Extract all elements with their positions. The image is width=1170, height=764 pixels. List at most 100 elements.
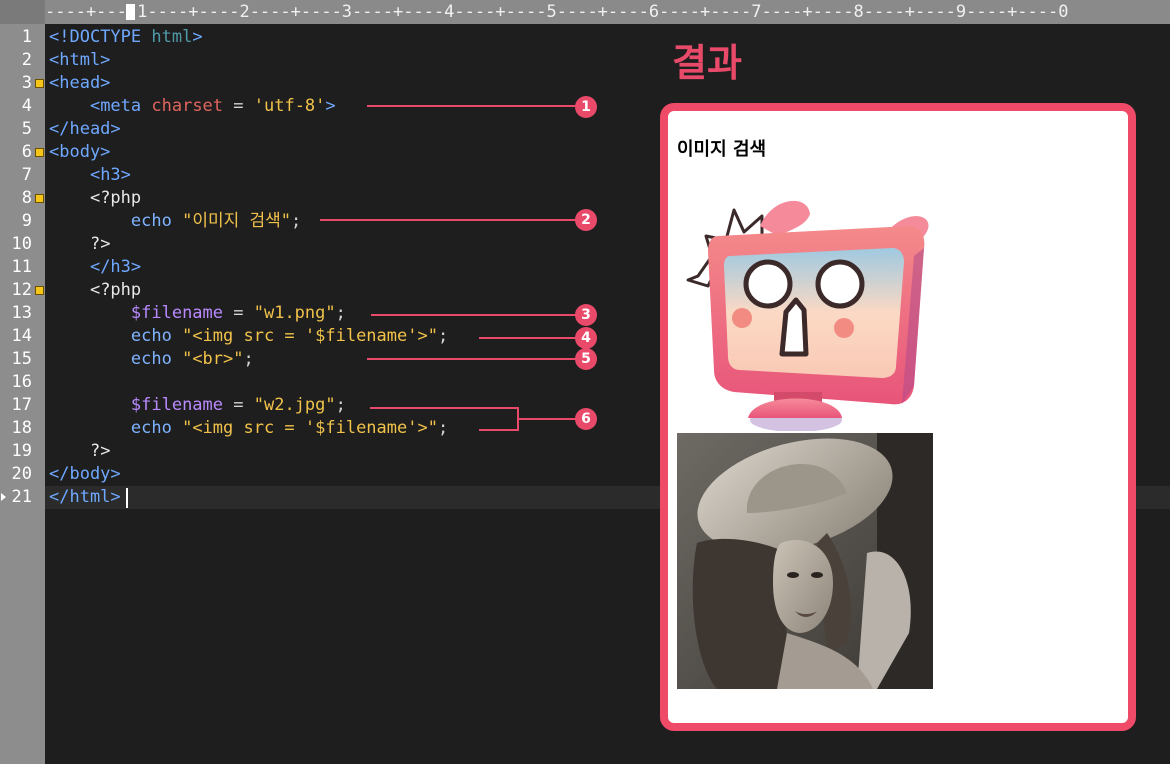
- line-number[interactable]: 9: [0, 210, 32, 233]
- doctype-value: html: [151, 27, 193, 47]
- code-line-9[interactable]: echo "이미지 검색";: [49, 210, 301, 233]
- code-line-6[interactable]: <body>: [49, 141, 110, 164]
- line-number[interactable]: 3: [0, 72, 32, 95]
- code-line-8[interactable]: <?php: [49, 187, 141, 210]
- code-line-12[interactable]: <?php: [49, 279, 141, 302]
- body-close-tag: </body>: [49, 464, 121, 484]
- semicolon: ;: [335, 395, 346, 415]
- line-number[interactable]: 18: [0, 417, 32, 440]
- code-line-15[interactable]: echo "<br>";: [49, 348, 254, 371]
- line-number[interactable]: 15: [0, 348, 32, 371]
- head-close-tag: </head>: [49, 119, 121, 139]
- filename-variable: $filename: [130, 395, 224, 415]
- echo-keyword: echo: [130, 418, 183, 438]
- annotation-bracket-bottom: [479, 429, 518, 431]
- echo-keyword: echo: [130, 349, 183, 369]
- code-line-14[interactable]: echo "<img src = '$filename'>";: [49, 325, 448, 348]
- line-number[interactable]: 8: [0, 187, 32, 210]
- semicolon: ;: [335, 303, 346, 323]
- doctype-close: >: [192, 27, 203, 47]
- equals-sign: =: [223, 96, 254, 116]
- code-line-11[interactable]: </h3>: [49, 256, 141, 279]
- ruler-corner: [0, 0, 45, 24]
- h3-close-tag: </h3>: [89, 257, 142, 277]
- code-line-1[interactable]: <!DOCTYPE html>: [49, 26, 203, 49]
- semicolon: ;: [243, 349, 254, 369]
- woman-in-hat-photo: [677, 433, 933, 689]
- annotation-badge-6: 6: [575, 408, 597, 430]
- charset-value: 'utf-8': [253, 96, 326, 116]
- code-line-21[interactable]: </html>: [49, 486, 121, 509]
- ruler-cursor-marker: [126, 4, 135, 20]
- fold-marker-icon[interactable]: [35, 286, 44, 295]
- annotation-line-4: [479, 337, 577, 339]
- code-line-13[interactable]: $filename = "w1.png";: [49, 302, 346, 325]
- result-title: 결과: [672, 41, 742, 85]
- code-line-17[interactable]: $filename = "w2.jpg";: [49, 394, 346, 417]
- code-line-19[interactable]: ?>: [49, 440, 110, 463]
- annotation-badge-3: 3: [575, 304, 597, 326]
- line-number[interactable]: 7: [0, 164, 32, 187]
- line-number[interactable]: 1: [0, 26, 32, 49]
- php-open-tag: <?php: [89, 188, 142, 208]
- code-line-5[interactable]: </head>: [49, 118, 121, 141]
- tv-character-image: [686, 200, 929, 431]
- annotation-badge-2: 2: [575, 209, 597, 231]
- php-close-tag: ?>: [89, 234, 111, 254]
- semicolon: ;: [437, 418, 449, 438]
- line-number[interactable]: 20: [0, 463, 32, 486]
- br-tag-string: "<br>": [182, 349, 244, 369]
- code-line-20[interactable]: </body>: [49, 463, 121, 486]
- code-line-4[interactable]: <meta charset = 'utf-8'>: [49, 95, 336, 118]
- line-number[interactable]: 4: [0, 95, 32, 118]
- fold-marker-icon[interactable]: [35, 148, 44, 157]
- filename-variable: $filename: [130, 303, 224, 323]
- annotation-line-3: [371, 314, 577, 316]
- line-number[interactable]: 5: [0, 118, 32, 141]
- annotation-line-5: [367, 358, 577, 360]
- fold-marker-icon[interactable]: [35, 194, 44, 203]
- line-number[interactable]: 16: [0, 371, 32, 394]
- line-number[interactable]: 10: [0, 233, 32, 256]
- line-number[interactable]: 17: [0, 394, 32, 417]
- code-line-2[interactable]: <html>: [49, 49, 110, 72]
- annotation-badge-4: 4: [575, 327, 597, 349]
- html-close-tag: </html>: [49, 487, 121, 507]
- line-number[interactable]: 6: [0, 141, 32, 164]
- result-heading: 이미지 검색: [677, 139, 767, 160]
- line-number[interactable]: 13: [0, 302, 32, 325]
- code-line-10[interactable]: ?>: [49, 233, 110, 256]
- semicolon: ;: [290, 211, 302, 231]
- fold-marker-icon[interactable]: [35, 79, 44, 88]
- annotation-line-1: [367, 105, 577, 107]
- ruler-scale: ----+----1----+----2----+----3----+----4…: [45, 2, 1069, 22]
- meta-close: >: [325, 96, 336, 116]
- echo-keyword: echo: [130, 326, 183, 346]
- code-line-18[interactable]: echo "<img src = '$filename'>";: [49, 417, 448, 440]
- head-open-tag: <head>: [49, 73, 111, 93]
- current-line-arrow-icon: [1, 493, 6, 501]
- line-number[interactable]: 12: [0, 279, 32, 302]
- line-number-gutter[interactable]: 1 2 3 4 5 6 7 8 9 10 11 12 13 14 15 16 17 18 19 20 21: [0, 24, 45, 764]
- echo-keyword: echo: [130, 211, 183, 231]
- h3-open-tag: <h3>: [89, 165, 131, 185]
- code-line-7[interactable]: <h3>: [49, 164, 131, 187]
- equals-sign: =: [223, 303, 254, 323]
- line-number[interactable]: 2: [0, 49, 32, 72]
- filename-string: "w2.jpg": [253, 395, 336, 415]
- annotation-badge-1: 1: [575, 96, 597, 118]
- img-tag-string: "<img src = '$filename'>": [182, 418, 438, 438]
- line-number[interactable]: 14: [0, 325, 32, 348]
- code-line-3[interactable]: <head>: [49, 72, 110, 95]
- doctype-keyword: <!DOCTYPE: [49, 27, 152, 47]
- img-tag-string: "<img src = '$filename'>": [182, 326, 438, 346]
- php-close-tag: ?>: [89, 441, 111, 461]
- annotation-badge-5: 5: [575, 348, 597, 370]
- filename-string: "w1.png": [253, 303, 336, 323]
- annotation-bracket-top: [370, 407, 518, 409]
- line-number[interactable]: 19: [0, 440, 32, 463]
- column-ruler: ----+----1----+----2----+----3----+----4…: [0, 0, 1170, 24]
- meta-tag: <meta: [89, 96, 152, 116]
- line-number[interactable]: 11: [0, 256, 32, 279]
- semicolon: ;: [437, 326, 449, 346]
